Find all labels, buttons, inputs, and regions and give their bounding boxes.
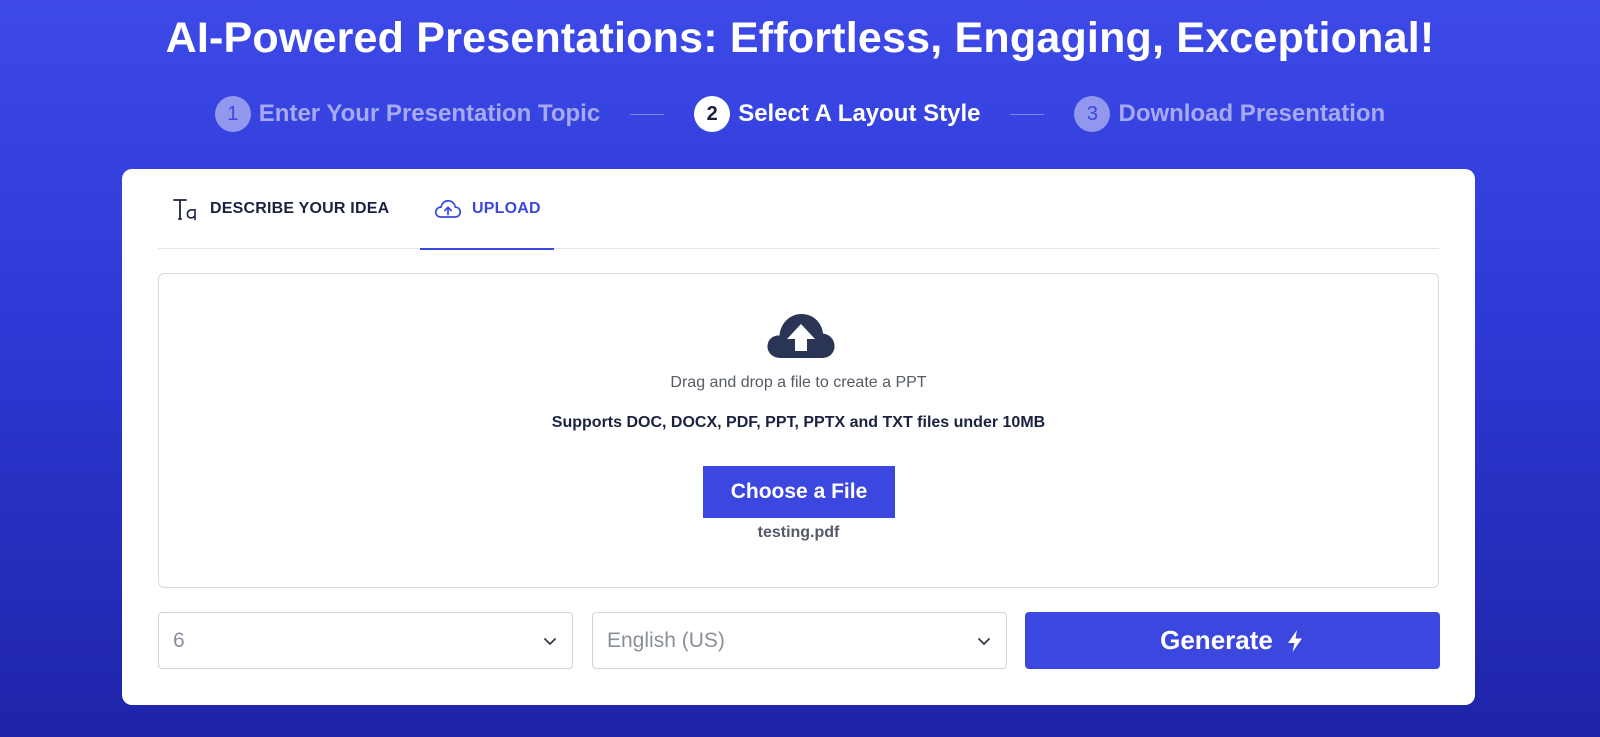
step-divider <box>1010 113 1045 115</box>
supported-formats: Supports DOC, DOCX, PDF, PPT, PPTX and T… <box>551 414 1046 431</box>
step-3: 3 Download Presentation <box>1074 96 1385 132</box>
progress-stepper: 1 Enter Your Presentation Topic 2 Select… <box>0 96 1600 132</box>
step-2-number: 2 <box>694 96 731 132</box>
lightning-bolt-icon <box>1285 629 1305 653</box>
slide-count-value: 6 <box>173 628 185 652</box>
chevron-down-icon <box>978 638 990 645</box>
step-divider <box>630 113 665 115</box>
cloud-upload-icon <box>434 198 462 220</box>
step-2-label: Select A Layout Style <box>738 100 981 127</box>
generator-card: DESCRIBE YOUR IDEA UPLOAD Drag and drop … <box>122 169 1475 705</box>
generate-label: Generate <box>1160 625 1273 655</box>
tab-describe-your-idea[interactable]: DESCRIBE YOUR IDEA <box>172 169 389 249</box>
slide-count-select[interactable]: 6 <box>158 612 573 669</box>
cloud-upload-icon <box>767 314 835 358</box>
input-mode-tabs: DESCRIBE YOUR IDEA UPLOAD <box>158 169 1439 250</box>
language-select[interactable]: English (US) <box>592 612 1007 669</box>
tab-upload-label: UPLOAD <box>472 199 541 217</box>
text-type-icon <box>172 195 200 223</box>
dropzone-instructions: Drag and drop a file to create a PPT <box>670 374 927 391</box>
choose-file-button[interactable]: Choose a File <box>703 466 895 518</box>
language-value: English (US) <box>607 628 725 652</box>
generate-button[interactable]: Generate <box>1025 612 1440 669</box>
tab-describe-label: DESCRIBE YOUR IDEA <box>210 200 390 217</box>
page-title: AI-Powered Presentations: Effortless, En… <box>165 14 1435 62</box>
step-2: 2 Select A Layout Style <box>694 96 980 132</box>
tab-upload[interactable]: UPLOAD <box>420 169 554 250</box>
step-1-label: Enter Your Presentation Topic <box>258 100 601 127</box>
step-3-number: 3 <box>1074 96 1111 132</box>
file-dropzone[interactable]: Drag and drop a file to create a PPT Sup… <box>158 273 1439 588</box>
step-1-number: 1 <box>214 96 251 132</box>
selected-file-name: testing.pdf <box>757 524 840 541</box>
chevron-down-icon <box>544 638 556 645</box>
step-1: 1 Enter Your Presentation Topic <box>214 96 601 132</box>
step-3-label: Download Presentation <box>1118 100 1386 127</box>
